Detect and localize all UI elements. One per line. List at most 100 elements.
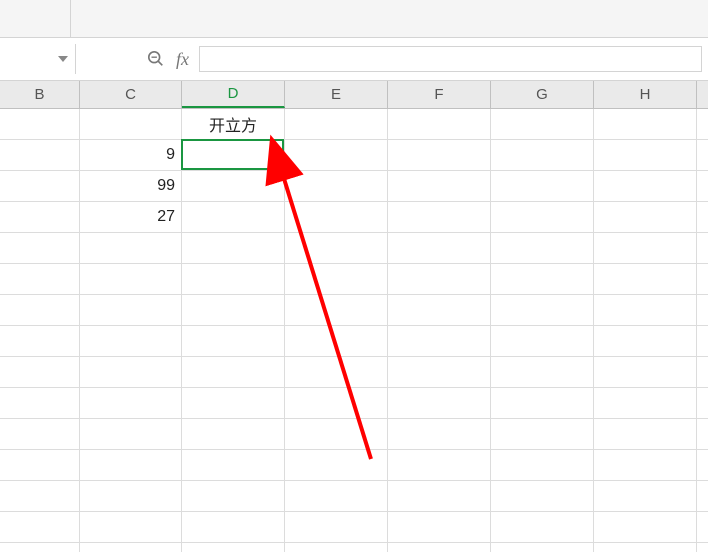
cell-G6[interactable] [491, 264, 594, 294]
cell-E10[interactable] [285, 388, 388, 418]
column-header-E[interactable]: E [285, 81, 388, 108]
cell-F15[interactable] [388, 543, 491, 552]
cell-H1[interactable] [594, 109, 697, 139]
cell-E12[interactable] [285, 450, 388, 480]
cell-B7[interactable] [0, 295, 80, 325]
cell-E4[interactable] [285, 202, 388, 232]
cell-F8[interactable] [388, 326, 491, 356]
cell-G8[interactable] [491, 326, 594, 356]
cell-F10[interactable] [388, 388, 491, 418]
cell-G4[interactable] [491, 202, 594, 232]
cell-D8[interactable] [182, 326, 285, 356]
cell-G15[interactable] [491, 543, 594, 552]
cell-F1[interactable] [388, 109, 491, 139]
cell-C15[interactable] [80, 543, 182, 552]
cell-G11[interactable] [491, 419, 594, 449]
cell-G13[interactable] [491, 481, 594, 511]
formula-input[interactable] [199, 46, 702, 72]
cell-H12[interactable] [594, 450, 697, 480]
cell-D4[interactable] [182, 202, 285, 232]
cell-E9[interactable] [285, 357, 388, 387]
cell-C3[interactable]: 99 [80, 171, 182, 201]
column-header-F[interactable]: F [388, 81, 491, 108]
cell-H5[interactable] [594, 233, 697, 263]
cell-D1[interactable]: 开立方 [182, 109, 285, 139]
spreadsheet-grid[interactable]: 开立方99927 [0, 109, 708, 552]
cell-D9[interactable] [182, 357, 285, 387]
cell-C13[interactable] [80, 481, 182, 511]
cell-G10[interactable] [491, 388, 594, 418]
cell-H8[interactable] [594, 326, 697, 356]
cell-C14[interactable] [80, 512, 182, 542]
cell-F12[interactable] [388, 450, 491, 480]
cell-B4[interactable] [0, 202, 80, 232]
cell-C4[interactable]: 27 [80, 202, 182, 232]
name-box[interactable] [0, 44, 76, 74]
cell-D14[interactable] [182, 512, 285, 542]
cell-E13[interactable] [285, 481, 388, 511]
cell-C2[interactable]: 9 [80, 140, 182, 170]
column-header-H[interactable]: H [594, 81, 697, 108]
cell-E1[interactable] [285, 109, 388, 139]
cell-D7[interactable] [182, 295, 285, 325]
cell-G14[interactable] [491, 512, 594, 542]
cell-E6[interactable] [285, 264, 388, 294]
cell-C8[interactable] [80, 326, 182, 356]
cell-E14[interactable] [285, 512, 388, 542]
cell-G5[interactable] [491, 233, 594, 263]
cell-C7[interactable] [80, 295, 182, 325]
cell-B13[interactable] [0, 481, 80, 511]
cell-B6[interactable] [0, 264, 80, 294]
cell-G9[interactable] [491, 357, 594, 387]
cell-B1[interactable] [0, 109, 80, 139]
cell-B12[interactable] [0, 450, 80, 480]
cell-E7[interactable] [285, 295, 388, 325]
cell-C5[interactable] [80, 233, 182, 263]
cell-D5[interactable] [182, 233, 285, 263]
cell-E2[interactable] [285, 140, 388, 170]
cell-C11[interactable] [80, 419, 182, 449]
cell-E8[interactable] [285, 326, 388, 356]
cell-F6[interactable] [388, 264, 491, 294]
cell-F14[interactable] [388, 512, 491, 542]
cell-H11[interactable] [594, 419, 697, 449]
cell-F13[interactable] [388, 481, 491, 511]
cell-D6[interactable] [182, 264, 285, 294]
cell-H2[interactable] [594, 140, 697, 170]
cell-F11[interactable] [388, 419, 491, 449]
cell-F5[interactable] [388, 233, 491, 263]
column-header-D[interactable]: D [182, 81, 285, 108]
cell-E3[interactable] [285, 171, 388, 201]
cell-C6[interactable] [80, 264, 182, 294]
cell-B9[interactable] [0, 357, 80, 387]
cell-G3[interactable] [491, 171, 594, 201]
cell-B2[interactable] [0, 140, 80, 170]
cell-F4[interactable] [388, 202, 491, 232]
cell-H9[interactable] [594, 357, 697, 387]
cell-F7[interactable] [388, 295, 491, 325]
cell-E15[interactable] [285, 543, 388, 552]
cell-H13[interactable] [594, 481, 697, 511]
cell-B3[interactable] [0, 171, 80, 201]
cell-H14[interactable] [594, 512, 697, 542]
cell-H3[interactable] [594, 171, 697, 201]
cell-D3[interactable] [182, 171, 285, 201]
cell-B10[interactable] [0, 388, 80, 418]
cell-G12[interactable] [491, 450, 594, 480]
cell-H10[interactable] [594, 388, 697, 418]
cell-C12[interactable] [80, 450, 182, 480]
fx-icon[interactable]: fx [176, 49, 189, 70]
cell-D12[interactable] [182, 450, 285, 480]
cell-D10[interactable] [182, 388, 285, 418]
cell-H6[interactable] [594, 264, 697, 294]
cell-C10[interactable] [80, 388, 182, 418]
column-header-B[interactable]: B [0, 81, 80, 108]
cell-B5[interactable] [0, 233, 80, 263]
cell-F9[interactable] [388, 357, 491, 387]
cell-E11[interactable] [285, 419, 388, 449]
cell-H15[interactable] [594, 543, 697, 552]
cell-G1[interactable] [491, 109, 594, 139]
column-header-C[interactable]: C [80, 81, 182, 108]
cell-C9[interactable] [80, 357, 182, 387]
cell-B15[interactable] [0, 543, 80, 552]
